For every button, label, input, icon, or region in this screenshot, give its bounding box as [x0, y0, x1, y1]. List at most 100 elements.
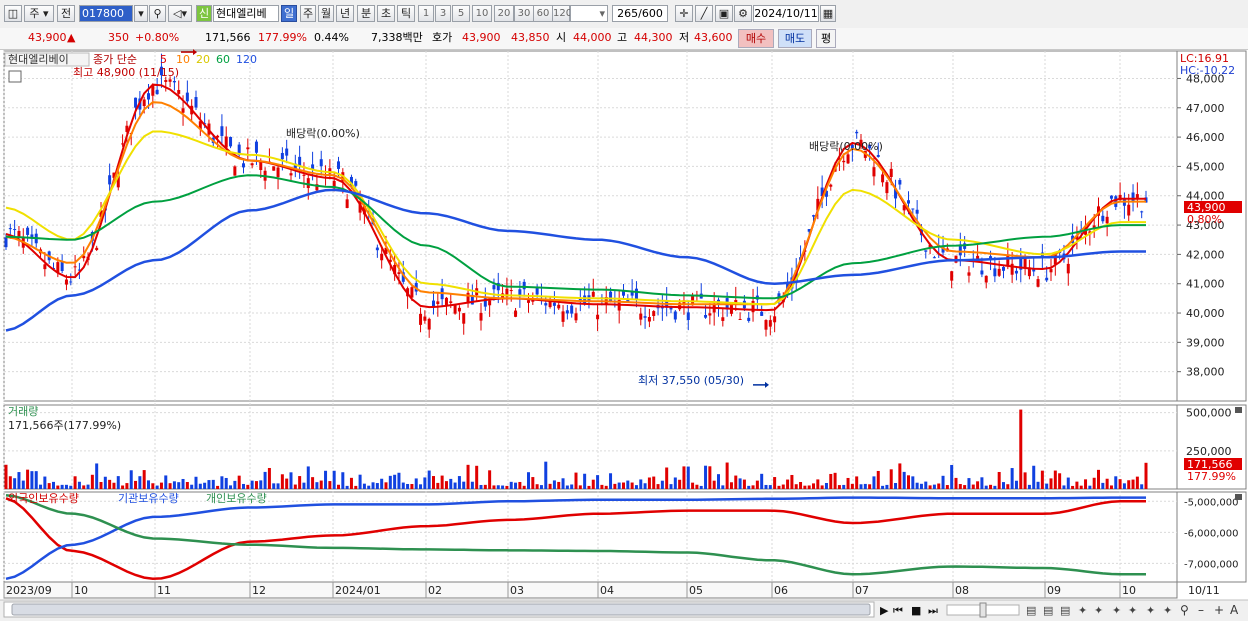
trend-line-icon[interactable]: ╱	[695, 5, 713, 22]
scroll-end-icon[interactable]: ⏭	[928, 604, 938, 617]
volume-bar	[185, 482, 189, 489]
calendar-icon[interactable]: ▦	[820, 5, 836, 22]
interval-button[interactable]: 120	[552, 5, 572, 22]
volume-bar	[747, 485, 751, 489]
volume-bar	[1071, 485, 1075, 489]
scroll-stop-icon[interactable]: ■	[911, 604, 921, 617]
market-select[interactable]: 주 ▾	[24, 5, 54, 22]
volume-bar	[1122, 483, 1126, 489]
zoom-out-icon[interactable]: –	[1198, 603, 1204, 617]
legend-ma60[interactable]: 60	[216, 53, 230, 66]
interval-button[interactable]: 60	[533, 5, 553, 22]
indicator-icon-3[interactable]: ▤	[1060, 604, 1070, 617]
period-tab[interactable]: 월	[318, 5, 334, 22]
period-tab[interactable]: 일	[281, 5, 297, 22]
zoom-search-icon[interactable]: ⚲	[1180, 603, 1189, 617]
stock-code-input[interactable]: 017800	[79, 5, 133, 22]
volume-bar	[1144, 462, 1148, 489]
chart-panel	[3, 404, 1178, 490]
tool-icon-2[interactable]: ✦	[1094, 604, 1103, 617]
volume-bar	[570, 484, 574, 489]
buy-button[interactable]: 매수	[738, 29, 774, 48]
zoom-in-icon[interactable]: +	[1214, 603, 1224, 617]
volume-bar	[1066, 477, 1070, 489]
candle-body	[220, 126, 224, 136]
table-view-icon[interactable]	[8, 70, 22, 83]
count-spinner-arrow-icon: ▾	[599, 7, 605, 20]
candle-body	[932, 257, 936, 259]
scroll-start-icon[interactable]: ⏮	[893, 604, 903, 617]
current-price: 43,900	[28, 31, 67, 44]
font-size-icon[interactable]: A	[1230, 603, 1239, 617]
volume-bar	[790, 474, 794, 489]
candle-body	[375, 247, 379, 251]
tool-icon-1[interactable]: ✦	[1078, 604, 1087, 617]
count-field[interactable]: 265/600	[612, 5, 668, 22]
open-label: 시	[556, 31, 567, 44]
count-spinner[interactable]: ▾	[570, 5, 608, 22]
indicator-icon-1[interactable]: ▤	[1026, 604, 1036, 617]
volume-bar	[470, 481, 474, 489]
volume-bar	[362, 483, 366, 489]
volume-bar	[56, 485, 60, 489]
volume-bar	[449, 478, 453, 489]
period-tab[interactable]: 분	[357, 5, 375, 22]
volume-bar	[630, 482, 634, 489]
sell-button[interactable]: 매도	[778, 29, 812, 48]
tool-icon-6[interactable]: ✦	[1163, 604, 1172, 617]
period-tab[interactable]: 초	[377, 5, 395, 22]
scroll-play-icon[interactable]: ▶	[880, 604, 889, 617]
save-icon[interactable]: ▣	[715, 5, 733, 22]
interval-button[interactable]: 10	[472, 5, 492, 22]
period-tab[interactable]: 년	[336, 5, 354, 22]
interval-button[interactable]: 20	[494, 5, 514, 22]
speaker-icon[interactable]: ◁▾	[168, 5, 192, 22]
legend-individual[interactable]: 개인보유수량	[206, 492, 267, 505]
legend-ma20[interactable]: 20	[196, 53, 210, 66]
interval-button[interactable]: 1	[418, 5, 434, 22]
volume-bar	[168, 483, 172, 489]
prev-button[interactable]: 전	[57, 5, 75, 22]
volume-bar	[432, 476, 435, 489]
candle-body	[73, 266, 77, 268]
interval-button[interactable]: 3	[435, 5, 451, 22]
legend-ma10[interactable]: 10	[176, 53, 190, 66]
volume-bar	[596, 475, 600, 489]
volume-bar	[837, 485, 841, 489]
legend-ma120[interactable]: 120	[236, 53, 257, 66]
candle-body	[889, 168, 893, 177]
code-dropdown-icon[interactable]: ▾	[134, 5, 148, 22]
crosshair-icon[interactable]: ✛	[675, 5, 693, 22]
tool-icon-4[interactable]: ✦	[1128, 604, 1137, 617]
volume-rate: 177.99%	[258, 31, 307, 44]
volume-bar	[341, 472, 345, 489]
gear-icon[interactable]: ⚙	[734, 5, 752, 22]
chart-settings-icon[interactable]: ◫	[4, 5, 22, 22]
volume-bar	[842, 484, 846, 489]
legend-foreign[interactable]: 외국인보유수량	[8, 492, 79, 505]
scroll-thumb[interactable]	[11, 603, 871, 616]
evaluate-button[interactable]: 평	[816, 29, 836, 48]
volume-bar	[717, 474, 720, 489]
period-tab[interactable]: 틱	[397, 5, 415, 22]
legend-institution[interactable]: 기관보유수량	[118, 492, 179, 505]
volume-bar	[1105, 478, 1109, 489]
indicator-icon-2[interactable]: ▤	[1043, 604, 1053, 617]
volume-bar	[980, 477, 984, 489]
candle-body	[444, 297, 448, 306]
volume-bar	[626, 480, 630, 489]
legend-ma5[interactable]: 5	[160, 53, 167, 66]
tool-icon-3[interactable]: ✦	[1112, 604, 1121, 617]
y-axis-label: 41,000	[1186, 278, 1225, 291]
candle-body	[596, 314, 600, 320]
interval-button[interactable]: 30	[514, 5, 534, 22]
zoom-slider-handle[interactable]	[979, 602, 987, 618]
stock-chart[interactable]: 2023/09 10 11 12 2024/01 02 03 04 05 06 07 08 09 10 38…	[0, 49, 1248, 621]
tool-icon-5[interactable]: ✦	[1146, 604, 1155, 617]
period-tab[interactable]: 주	[300, 5, 316, 22]
date-field[interactable]: 2024/10/11	[753, 5, 819, 22]
interval-button[interactable]: 5	[452, 5, 470, 22]
volume-bar	[591, 479, 595, 489]
volume-bar	[285, 478, 289, 489]
search-icon[interactable]: ⚲	[149, 5, 166, 22]
